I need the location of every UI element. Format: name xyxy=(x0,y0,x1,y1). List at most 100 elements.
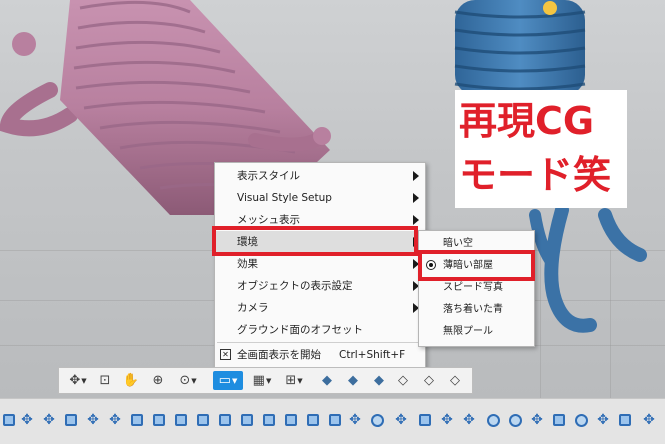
menu-item-shortcut: Ctrl+Shift+F xyxy=(339,349,406,361)
env-item-calm-blue[interactable]: 落ち着いた青 xyxy=(419,299,534,321)
view-cube-1-icon: ◆ xyxy=(322,373,332,388)
view-cube-wire-button[interactable]: ◇ xyxy=(393,371,413,390)
display-context-menu: 表示スタイル Visual Style Setup メッシュ表示 環境 効果 オ… xyxy=(214,162,426,369)
tool-button[interactable]: ✥ xyxy=(18,411,36,429)
viewports-icon: ⊞ xyxy=(285,373,297,388)
dropdown-arrow-icon: ▼ xyxy=(81,376,87,385)
box-tool-icon xyxy=(263,414,275,426)
tool-button[interactable]: ✥ xyxy=(84,411,102,429)
menu-item-ground-offset[interactable]: グラウンド面のオフセット xyxy=(215,319,425,341)
tool-button[interactable] xyxy=(62,411,80,429)
tool-button[interactable]: ✥ xyxy=(640,411,658,429)
tool-button[interactable] xyxy=(260,411,278,429)
env-item-speed-photo[interactable]: スピード写真 xyxy=(419,277,534,299)
menu-item-display-style[interactable]: 表示スタイル xyxy=(215,165,425,187)
view-cube-2-button[interactable]: ◆ xyxy=(343,371,363,390)
tool-button[interactable] xyxy=(172,411,190,429)
pan-hand-icon: ✋ xyxy=(122,373,140,388)
tool-button[interactable] xyxy=(0,411,18,429)
env-item-dim-room[interactable]: 薄暗い部屋 xyxy=(419,255,534,277)
tool-button[interactable] xyxy=(616,411,634,429)
tool-button[interactable] xyxy=(150,411,168,429)
tool-button[interactable]: ✥ xyxy=(594,411,612,429)
caption-line-1: 再現CG xyxy=(459,99,595,143)
tool-button[interactable] xyxy=(484,411,502,429)
view-cube-1-button[interactable]: ◆ xyxy=(317,371,337,390)
view-cube-2-icon: ◆ xyxy=(348,373,358,388)
tool-button[interactable] xyxy=(128,411,146,429)
tool-button[interactable]: ✥ xyxy=(528,411,546,429)
viewports-button[interactable]: ⊞ ▼ xyxy=(279,371,309,390)
env-item-infinity-pool[interactable]: 無限プール xyxy=(419,321,534,343)
menu-item-label: オブジェクトの表示設定 xyxy=(237,280,353,292)
menu-item-effects[interactable]: 効果 xyxy=(215,253,425,275)
box-tool-icon xyxy=(219,414,231,426)
zoom-button[interactable]: ⊕ xyxy=(147,371,169,390)
menu-item-object-visibility[interactable]: オブジェクトの表示設定 xyxy=(215,275,425,297)
dropdown-arrow-icon: ▼ xyxy=(297,376,303,385)
view-cube-3-button[interactable]: ◆ xyxy=(369,371,389,390)
view-cube-wire-icon: ◇ xyxy=(398,373,408,388)
submenu-arrow-icon xyxy=(413,193,419,203)
tool-button[interactable] xyxy=(282,411,300,429)
3d-viewport[interactable]: 再現CG モード笑 表示スタイル Visual Style Setup メッシュ… xyxy=(0,0,665,398)
bottom-toolbar: ✥ ✥ ✥ ✥ ✥ ✥ ✥ ✥ ✥ ✥ ✥ xyxy=(0,398,665,444)
menu-item-label: 全画面表示を開始 xyxy=(237,349,321,361)
zoom-window-icon: ⊙ xyxy=(179,373,191,388)
box-tool-icon xyxy=(241,414,253,426)
zoom-window-button[interactable]: ⊙ ▼ xyxy=(173,371,203,390)
tool-button[interactable] xyxy=(326,411,344,429)
env-item-dark-sky[interactable]: 暗い空 xyxy=(419,233,534,255)
tool-button[interactable] xyxy=(216,411,234,429)
menu-item-visual-style-setup[interactable]: Visual Style Setup xyxy=(215,187,425,209)
menu-item-label: Visual Style Setup xyxy=(237,192,332,204)
tool-button[interactable] xyxy=(194,411,212,429)
tool-button[interactable] xyxy=(506,411,524,429)
sphere-tool-icon xyxy=(574,413,588,427)
view-cube-outline-button[interactable]: ◇ xyxy=(419,371,439,390)
move-icon: ✥ xyxy=(643,412,655,428)
tool-button[interactable] xyxy=(238,411,256,429)
tool-button[interactable] xyxy=(416,411,434,429)
view-cube-outline-icon: ◇ xyxy=(424,373,434,388)
menu-item-fullscreen[interactable]: ✕ 全画面表示を開始 Ctrl+Shift+F xyxy=(215,344,425,366)
view-cube-plain-icon: ◇ xyxy=(450,373,460,388)
submenu-arrow-icon xyxy=(413,171,419,181)
view-cube-plain-button[interactable]: ◇ xyxy=(445,371,465,390)
dropdown-arrow-icon: ▼ xyxy=(191,376,197,385)
move-icon: ✥ xyxy=(349,412,361,428)
env-item-label: 無限プール xyxy=(443,326,493,337)
env-item-label: スピード写真 xyxy=(443,282,503,293)
tool-button[interactable]: ✥ xyxy=(346,411,364,429)
box-tool-icon xyxy=(3,414,15,426)
box-tool-icon xyxy=(65,414,77,426)
tool-button[interactable]: ✥ xyxy=(392,411,410,429)
menu-item-label: グラウンド面のオフセット xyxy=(237,324,363,336)
fullscreen-icon: ✕ xyxy=(220,349,231,360)
menu-item-label: 効果 xyxy=(237,258,258,270)
box-tool-icon xyxy=(329,414,341,426)
tool-button[interactable]: ✥ xyxy=(460,411,478,429)
menu-item-label: 環境 xyxy=(237,236,258,248)
menu-item-environment[interactable]: 環境 xyxy=(215,231,425,253)
move-icon: ✥ xyxy=(531,412,543,428)
tool-button[interactable]: ✥ xyxy=(106,411,124,429)
pan-button[interactable]: ✋ xyxy=(121,371,141,390)
tool-button[interactable]: ✥ xyxy=(438,411,456,429)
grid-button[interactable]: ▦ ▼ xyxy=(247,371,277,390)
menu-separator xyxy=(217,342,423,343)
tool-button[interactable] xyxy=(572,411,590,429)
menu-item-camera[interactable]: カメラ xyxy=(215,297,425,319)
menu-item-mesh-display[interactable]: メッシュ表示 xyxy=(215,209,425,231)
tool-button[interactable] xyxy=(550,411,568,429)
look-button[interactable]: ⊡ xyxy=(95,371,115,390)
tool-button[interactable] xyxy=(304,411,322,429)
display-settings-button[interactable]: ▭ ▼ xyxy=(213,371,243,390)
tool-button[interactable]: ✥ xyxy=(40,411,58,429)
dropdown-arrow-icon: ▼ xyxy=(265,376,272,385)
tool-button[interactable] xyxy=(368,411,386,429)
move-icon: ✥ xyxy=(395,412,407,428)
box-tool-icon xyxy=(131,414,143,426)
view-cube-3-icon: ◆ xyxy=(374,373,384,388)
orbit-button[interactable]: ✥ ▼ xyxy=(63,371,93,390)
